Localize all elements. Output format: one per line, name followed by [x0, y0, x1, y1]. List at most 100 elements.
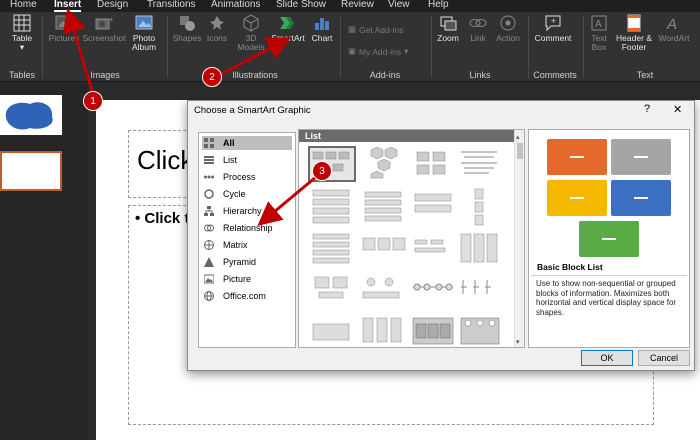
category-cycle[interactable]: Cycle: [202, 187, 292, 201]
close-button[interactable]: ✕: [673, 103, 682, 116]
tab-transitions[interactable]: Transitions: [147, 0, 196, 12]
category-pyramid-label: Pyramid: [223, 257, 257, 267]
content-placeholder-text: • Click t: [135, 210, 190, 227]
get-addins-button[interactable]: ▦ Get Add-ins: [348, 24, 403, 35]
comment-button[interactable]: + Comment: [533, 14, 573, 43]
tab-insert[interactable]: Insert: [54, 0, 82, 12]
category-relationship[interactable]: Relationship: [202, 221, 292, 235]
tab-review[interactable]: Review: [341, 0, 374, 12]
tab-animations[interactable]: Animations: [211, 0, 260, 12]
cancel-button[interactable]: Cancel: [638, 350, 690, 366]
layout-horizontal-bullet-list[interactable]: [364, 191, 402, 222]
header-footer-button[interactable]: Header & Footer: [614, 14, 654, 52]
icons-button[interactable]: Icons: [204, 14, 230, 43]
action-button[interactable]: Action: [494, 14, 522, 43]
category-relationship-label: Relationship: [223, 223, 273, 233]
layout-alternating-picture-blocks[interactable]: [412, 317, 454, 345]
category-process-label: Process: [223, 172, 256, 182]
relationship-icon: [204, 223, 214, 233]
layout-stacked-list[interactable]: [312, 189, 350, 224]
camera-icon: +: [95, 14, 113, 32]
matrix-icon: [204, 240, 214, 250]
title-placeholder-text: Click: [137, 145, 194, 175]
layout-description: Use to show non-sequential or grouped bl…: [531, 275, 687, 347]
picture-icon: [55, 14, 73, 32]
photo-album-icon: [135, 14, 153, 32]
wordart-label: WordArt: [658, 33, 690, 43]
category-matrix-label: Matrix: [223, 240, 248, 250]
shapes-button[interactable]: Shapes: [172, 14, 202, 43]
photo-album-button[interactable]: Photo Album: [127, 14, 161, 52]
chevron-down-icon: ▾: [404, 46, 409, 56]
layout-square-accent-list[interactable]: [312, 233, 350, 264]
layout-picture-caption-list[interactable]: [314, 276, 348, 299]
layout-bending-list[interactable]: [413, 283, 453, 291]
tab-slide-show[interactable]: Slide Show: [276, 0, 326, 12]
layout-table-list[interactable]: [474, 188, 484, 226]
layout-hexagon-list[interactable]: [370, 146, 398, 179]
layout-arrow-list[interactable]: [461, 280, 491, 294]
category-all-label: All: [223, 138, 235, 148]
ribbon-separator: [431, 16, 432, 78]
category-pyramid[interactable]: Pyramid: [202, 255, 292, 269]
layout-picture-list[interactable]: [416, 151, 446, 175]
group-links-label: Links: [469, 70, 491, 80]
tab-view[interactable]: View: [388, 0, 410, 12]
store-icon: ▦: [348, 24, 357, 34]
layout-vertical-box-list[interactable]: [362, 317, 402, 343]
cube-icon: [242, 14, 260, 32]
layout-circle-accent-list[interactable]: [362, 277, 400, 299]
link-label: Link: [470, 33, 486, 43]
category-hierarchy[interactable]: Hierarchy: [202, 204, 292, 218]
photo-album-label: Photo Album: [131, 33, 157, 52]
table-button[interactable]: Table ▾: [6, 14, 38, 52]
smartart-button[interactable]: SmartArt: [270, 14, 306, 43]
layout-circle-picture-list[interactable]: [460, 317, 500, 345]
tab-help[interactable]: Help: [428, 0, 449, 12]
category-all[interactable]: All: [202, 136, 292, 150]
zoom-icon: [439, 14, 457, 32]
category-office-com[interactable]: Office.com: [202, 289, 292, 303]
layout-table-hierarchy[interactable]: [460, 233, 498, 263]
help-button[interactable]: ?: [644, 103, 650, 115]
ok-button[interactable]: OK: [581, 350, 633, 366]
tab-design[interactable]: Design: [97, 0, 128, 12]
layout-grouped-list[interactable]: [414, 239, 446, 253]
wordart-button[interactable]: A WordArt: [656, 14, 692, 43]
chevron-down-icon: ▾: [19, 42, 25, 52]
ribbon-separator: [340, 16, 341, 78]
preview-block-green: [579, 221, 639, 257]
category-list[interactable]: List: [202, 153, 292, 167]
text-box-button[interactable]: A Text Box: [587, 14, 611, 52]
group-text-label: Text: [636, 70, 654, 80]
layout-trapezoid-list[interactable]: [414, 193, 452, 213]
category-hierarchy-label: Hierarchy: [223, 206, 262, 216]
zoom-button[interactable]: Zoom: [435, 14, 461, 43]
3d-models-button[interactable]: 3D Models: [234, 14, 268, 52]
layout-vertical-bullet-list[interactable]: [461, 151, 497, 174]
action-icon: [499, 14, 517, 32]
my-addins-button[interactable]: ▣ My Add-ins ▾: [348, 46, 408, 57]
process-icon: [204, 172, 214, 182]
ribbon-separator: [528, 16, 529, 78]
category-matrix[interactable]: Matrix: [202, 238, 292, 252]
category-process[interactable]: Process: [202, 170, 292, 184]
category-picture[interactable]: Picture: [202, 272, 292, 286]
cycle-icon: [204, 189, 214, 199]
tab-home[interactable]: Home: [10, 0, 37, 12]
category-list: All List Process Cycle Hierarchy Relatio…: [198, 132, 296, 348]
slide-thumbnail-2[interactable]: [0, 151, 62, 191]
layout-tab-list[interactable]: [312, 323, 350, 341]
icons-label: Icons: [206, 33, 228, 43]
svg-text:+: +: [551, 16, 556, 26]
slide-thumbnail-1[interactable]: [0, 95, 62, 135]
link-button[interactable]: Link: [466, 14, 490, 43]
smartart-dialog: Choose a SmartArt Graphic ? ✕ All List P…: [187, 100, 695, 371]
pictures-button[interactable]: Pictures: [46, 14, 82, 43]
link-icon: [469, 14, 487, 32]
screenshot-button[interactable]: + Screenshot: [83, 14, 126, 43]
chart-button[interactable]: Chart: [309, 14, 335, 43]
preview-block-orange: [547, 139, 607, 175]
layout-lined-list[interactable]: [362, 237, 406, 251]
gallery-scrollbar[interactable]: ▴ ▾: [514, 130, 524, 347]
